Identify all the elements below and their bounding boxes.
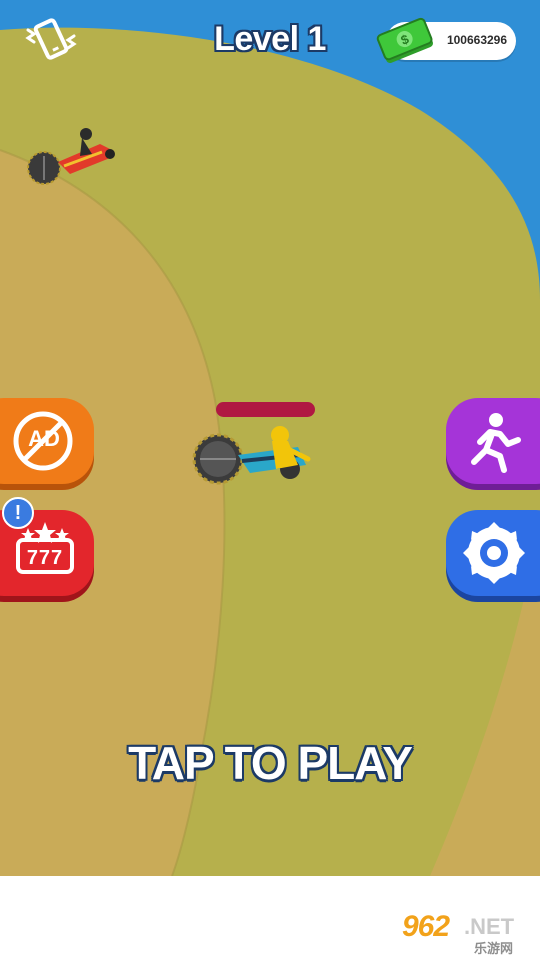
watermark-subtitle: 乐游网 [474, 941, 514, 956]
phone-vibrate-icon [25, 18, 77, 60]
level-title: Level 1 [214, 20, 326, 58]
remove-ads-button[interactable]: AD [0, 398, 94, 484]
saw-blade-icon [463, 522, 525, 584]
running-man-icon [471, 413, 521, 473]
game-viewport[interactable]: Level 1 $ 100663296 AD 777 ! TAP TO PLAY [0, 0, 540, 876]
watermark-brand: 962 [402, 910, 450, 943]
cash-amount: 100663296 [446, 33, 508, 47]
watermark-logo: 962 .NET 乐游网 [400, 910, 532, 956]
speed-upgrade-button[interactable] [446, 398, 540, 484]
vibration-toggle-button[interactable] [22, 16, 80, 62]
watermark-domain: .NET [464, 914, 515, 939]
no-ads-label: AD [28, 426, 60, 451]
slot-machine-label: 777 [26, 547, 64, 569]
tap-to-play-prompt[interactable]: TAP TO PLAY [70, 736, 470, 790]
notification-badge: ! [2, 497, 34, 529]
player-health-bar [216, 402, 315, 417]
notice-mark: ! [14, 502, 22, 524]
dollar-bill-stack-icon: $ [374, 12, 436, 68]
saw-upgrade-button[interactable] [446, 510, 540, 596]
